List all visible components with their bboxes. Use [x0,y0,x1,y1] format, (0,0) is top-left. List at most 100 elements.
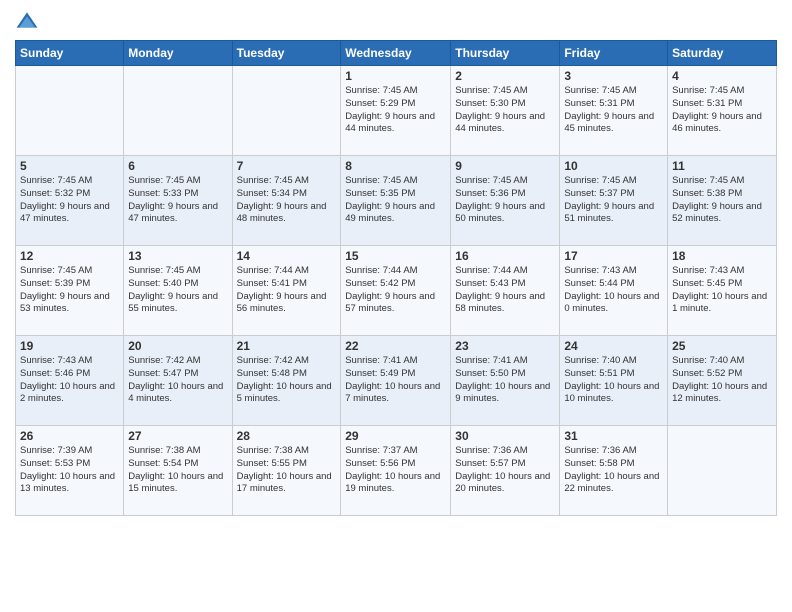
day-info: Sunrise: 7:45 AMSunset: 5:36 PMDaylight:… [455,175,555,226]
day-info: Sunrise: 7:45 AMSunset: 5:38 PMDaylight:… [672,175,772,226]
day-info: Sunrise: 7:40 AMSunset: 5:52 PMDaylight:… [672,355,772,406]
calendar-cell: 6 Sunrise: 7:45 AMSunset: 5:33 PMDaylight… [124,156,232,246]
day-number: 5 [20,159,119,173]
day-number: 13 [128,249,227,263]
day-number: 9 [455,159,555,173]
calendar-cell: 20 Sunrise: 7:42 AMSunset: 5:47 PMDayligh… [124,336,232,426]
day-info: Sunrise: 7:39 AMSunset: 5:53 PMDaylight:… [20,445,119,496]
calendar-cell: 7Sunrise: 7:45 AMSunset: 5:34 PMDaylight… [232,156,341,246]
day-number: 20 [128,339,227,353]
day-info: Sunrise: 7:42 AMSunset: 5:47 PMDaylight:… [128,355,227,406]
day-number: 4 [672,69,772,83]
day-info: Sunrise: 7:44 AMSunset: 5:41 PMDaylight:… [237,265,337,316]
header-row: SundayMondayTuesdayWednesdayThursdayFrid… [16,41,777,66]
calendar-cell: 11 Sunrise: 7:45 AMSunset: 5:38 PMDayligh… [668,156,777,246]
week-row-3: 12 Sunrise: 7:45 AMSunset: 5:39 PMDayligh… [16,246,777,336]
day-info: Sunrise: 7:43 AMSunset: 5:46 PMDaylight:… [20,355,119,406]
day-number: 14 [237,249,337,263]
calendar-cell: 10 Sunrise: 7:45 AMSunset: 5:37 PMDayligh… [560,156,668,246]
day-number: 1 [345,69,446,83]
calendar-cell: 25 Sunrise: 7:40 AMSunset: 5:52 PMDayligh… [668,336,777,426]
day-info: Sunrise: 7:38 AMSunset: 5:55 PMDaylight:… [237,445,337,496]
week-row-1: 1 Sunrise: 7:45 AMSunset: 5:29 PMDaylight… [16,66,777,156]
calendar-cell: 8Sunrise: 7:45 AMSunset: 5:35 PMDaylight… [341,156,451,246]
day-number: 12 [20,249,119,263]
day-header-tuesday: Tuesday [232,41,341,66]
logo-icon [15,10,39,34]
day-info: Sunrise: 7:43 AMSunset: 5:45 PMDaylight:… [672,265,772,316]
day-info: Sunrise: 7:45 AMSunset: 5:33 PMDaylight:… [128,175,227,226]
day-info: Sunrise: 7:45 AMSunset: 5:37 PMDaylight:… [564,175,663,226]
day-number: 24 [564,339,663,353]
day-info: Sunrise: 7:45 AMSunset: 5:40 PMDaylight:… [128,265,227,316]
day-info: Sunrise: 7:45 AMSunset: 5:31 PMDaylight:… [564,85,663,136]
day-number: 11 [672,159,772,173]
calendar-cell: 19 Sunrise: 7:43 AMSunset: 5:46 PMDayligh… [16,336,124,426]
logo [15,10,41,34]
calendar-cell: 1 Sunrise: 7:45 AMSunset: 5:29 PMDaylight… [341,66,451,156]
day-info: Sunrise: 7:44 AMSunset: 5:43 PMDaylight:… [455,265,555,316]
day-header-saturday: Saturday [668,41,777,66]
day-header-wednesday: Wednesday [341,41,451,66]
day-info: Sunrise: 7:45 AMSunset: 5:31 PMDaylight:… [672,85,772,136]
day-info: Sunrise: 7:45 AMSunset: 5:29 PMDaylight:… [345,85,446,136]
day-header-monday: Monday [124,41,232,66]
day-number: 23 [455,339,555,353]
day-info: Sunrise: 7:43 AMSunset: 5:44 PMDaylight:… [564,265,663,316]
day-header-friday: Friday [560,41,668,66]
header [15,10,777,34]
day-number: 10 [564,159,663,173]
calendar-cell: 28Sunrise: 7:38 AMSunset: 5:55 PMDayligh… [232,426,341,516]
day-info: Sunrise: 7:37 AMSunset: 5:56 PMDaylight:… [345,445,446,496]
day-info: Sunrise: 7:42 AMSunset: 5:48 PMDaylight:… [237,355,337,406]
calendar-cell [232,66,341,156]
page: SundayMondayTuesdayWednesdayThursdayFrid… [0,0,792,612]
day-number: 7 [237,159,337,173]
day-number: 17 [564,249,663,263]
day-number: 29 [345,429,446,443]
week-row-4: 19 Sunrise: 7:43 AMSunset: 5:46 PMDayligh… [16,336,777,426]
day-info: Sunrise: 7:41 AMSunset: 5:50 PMDaylight:… [455,355,555,406]
day-info: Sunrise: 7:36 AMSunset: 5:58 PMDaylight:… [564,445,663,496]
day-number: 18 [672,249,772,263]
calendar-cell: 16 Sunrise: 7:44 AMSunset: 5:43 PMDayligh… [451,246,560,336]
calendar-cell: 21 Sunrise: 7:42 AMSunset: 5:48 PMDayligh… [232,336,341,426]
day-number: 15 [345,249,446,263]
calendar-cell: 17 Sunrise: 7:43 AMSunset: 5:44 PMDayligh… [560,246,668,336]
day-number: 27 [128,429,227,443]
calendar-cell: 4 Sunrise: 7:45 AMSunset: 5:31 PMDaylight… [668,66,777,156]
day-info: Sunrise: 7:36 AMSunset: 5:57 PMDaylight:… [455,445,555,496]
calendar-cell: 15Sunrise: 7:44 AMSunset: 5:42 PMDayligh… [341,246,451,336]
calendar-cell: 31 Sunrise: 7:36 AMSunset: 5:58 PMDayligh… [560,426,668,516]
calendar-cell: 22 Sunrise: 7:41 AMSunset: 5:49 PMDayligh… [341,336,451,426]
day-header-thursday: Thursday [451,41,560,66]
day-number: 31 [564,429,663,443]
calendar-cell: 30Sunrise: 7:36 AMSunset: 5:57 PMDayligh… [451,426,560,516]
calendar-cell: 2 Sunrise: 7:45 AMSunset: 5:30 PMDaylight… [451,66,560,156]
calendar-cell: 23 Sunrise: 7:41 AMSunset: 5:50 PMDayligh… [451,336,560,426]
week-row-2: 5 Sunrise: 7:45 AMSunset: 5:32 PMDaylight… [16,156,777,246]
calendar-cell [124,66,232,156]
calendar-cell: 27Sunrise: 7:38 AMSunset: 5:54 PMDayligh… [124,426,232,516]
day-number: 25 [672,339,772,353]
day-number: 2 [455,69,555,83]
day-number: 6 [128,159,227,173]
week-row-5: 26 Sunrise: 7:39 AMSunset: 5:53 PMDayligh… [16,426,777,516]
day-number: 22 [345,339,446,353]
day-number: 3 [564,69,663,83]
day-info: Sunrise: 7:45 AMSunset: 5:39 PMDaylight:… [20,265,119,316]
day-number: 21 [237,339,337,353]
day-info: Sunrise: 7:41 AMSunset: 5:49 PMDaylight:… [345,355,446,406]
calendar-cell: 18 Sunrise: 7:43 AMSunset: 5:45 PMDayligh… [668,246,777,336]
day-number: 16 [455,249,555,263]
day-number: 19 [20,339,119,353]
calendar-cell: 9 Sunrise: 7:45 AMSunset: 5:36 PMDaylight… [451,156,560,246]
calendar-cell: 3 Sunrise: 7:45 AMSunset: 5:31 PMDaylight… [560,66,668,156]
day-info: Sunrise: 7:45 AMSunset: 5:32 PMDaylight:… [20,175,119,226]
day-info: Sunrise: 7:45 AMSunset: 5:30 PMDaylight:… [455,85,555,136]
calendar-cell: 26 Sunrise: 7:39 AMSunset: 5:53 PMDayligh… [16,426,124,516]
calendar-cell: 14 Sunrise: 7:44 AMSunset: 5:41 PMDayligh… [232,246,341,336]
day-number: 26 [20,429,119,443]
day-number: 8 [345,159,446,173]
calendar-cell: 29 Sunrise: 7:37 AMSunset: 5:56 PMDayligh… [341,426,451,516]
